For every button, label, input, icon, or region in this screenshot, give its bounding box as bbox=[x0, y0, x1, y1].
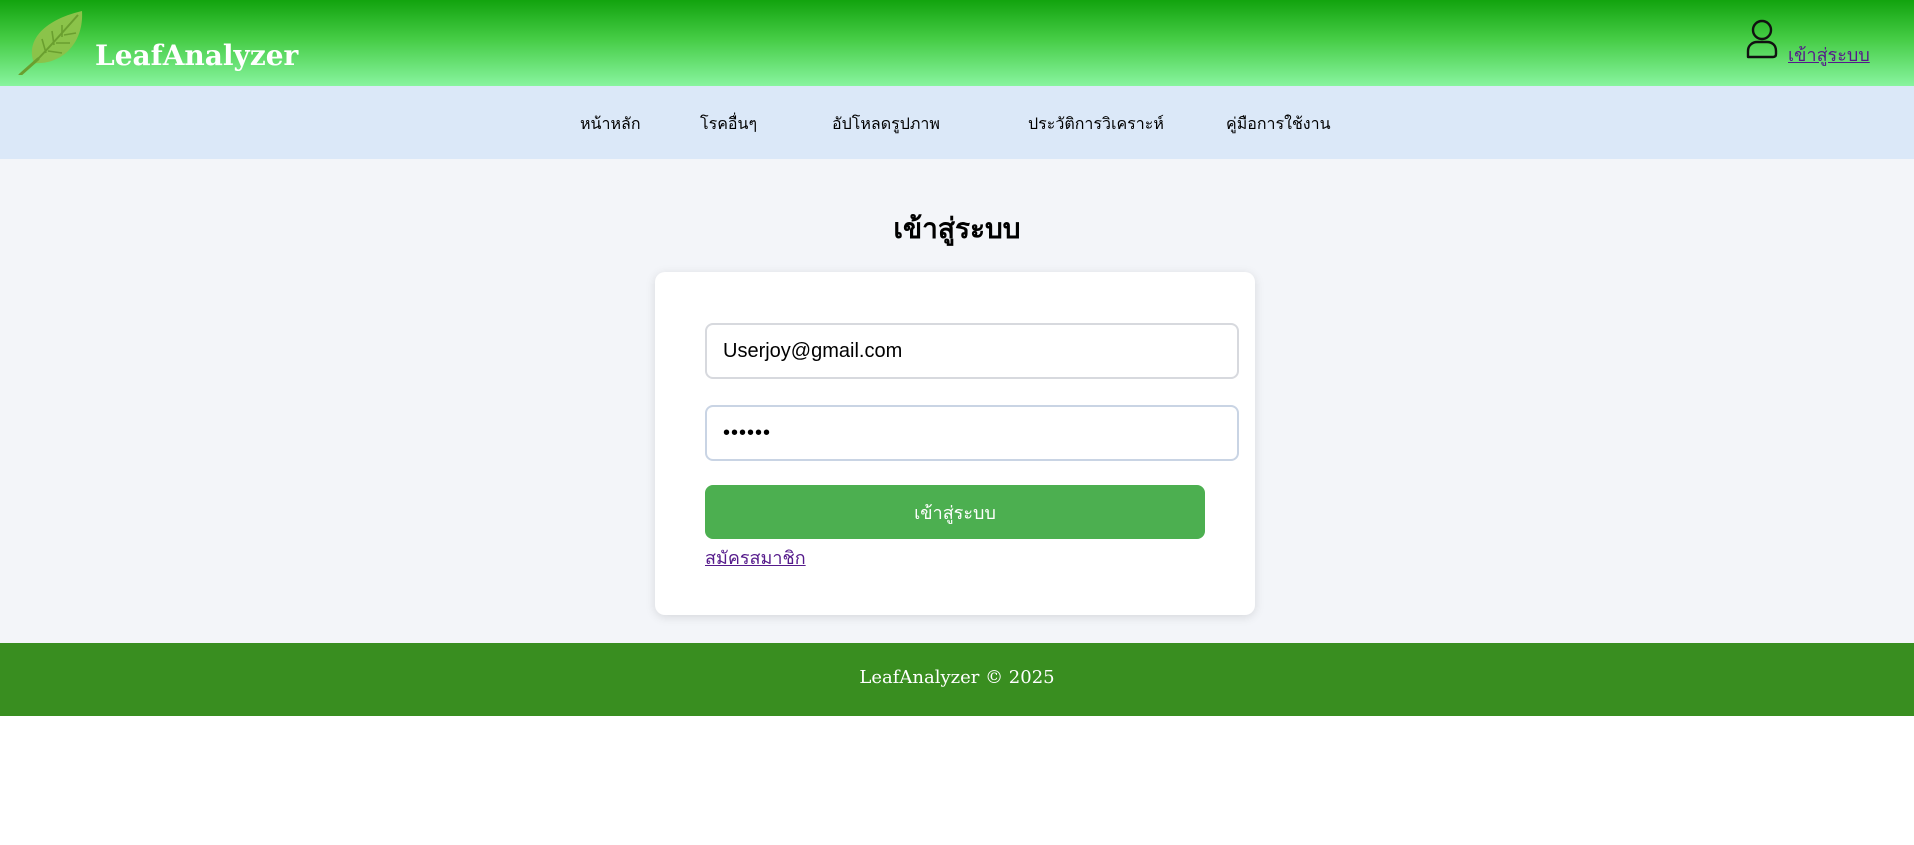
nav-item-upload-image[interactable]: อัปโหลดรูปภาพ bbox=[832, 112, 940, 137]
main-nav: หน้าหลัก โรคอื่นๆ อัปโหลดรูปภาพ ประวัติก… bbox=[0, 86, 1914, 159]
footer-copyright: LeafAnalyzer © 2025 bbox=[859, 667, 1055, 688]
nav-item-home[interactable]: หน้าหลัก bbox=[580, 112, 641, 137]
footer: LeafAnalyzer © 2025 bbox=[0, 643, 1914, 716]
register-link[interactable]: สมัครสมาชิก bbox=[705, 543, 806, 572]
header-login-link[interactable]: เข้าสู่ระบบ bbox=[1788, 40, 1870, 69]
login-button[interactable]: เข้าสู่ระบบ bbox=[705, 485, 1205, 539]
login-card: เข้าสู่ระบบ สมัครสมาชิก bbox=[655, 272, 1255, 615]
email-field[interactable] bbox=[705, 323, 1239, 379]
header: LeafAnalyzer เข้าสู่ระบบ bbox=[0, 0, 1914, 86]
leaf-icon bbox=[18, 11, 83, 75]
nav-item-analysis-history[interactable]: ประวัติการวิเคราะห์ bbox=[1028, 112, 1164, 137]
password-field[interactable] bbox=[705, 405, 1239, 461]
main-content: เข้าสู่ระบบ เข้าสู่ระบบ สมัครสมาชิก bbox=[0, 159, 1914, 643]
nav-item-other-diseases[interactable]: โรคอื่นๆ bbox=[700, 112, 757, 137]
nav-item-user-guide[interactable]: คู่มือการใช้งาน bbox=[1226, 112, 1331, 137]
page-title: เข้าสู่ระบบ bbox=[893, 212, 1021, 245]
user-icon[interactable] bbox=[1745, 19, 1779, 59]
brand-name[interactable]: LeafAnalyzer bbox=[95, 36, 298, 76]
